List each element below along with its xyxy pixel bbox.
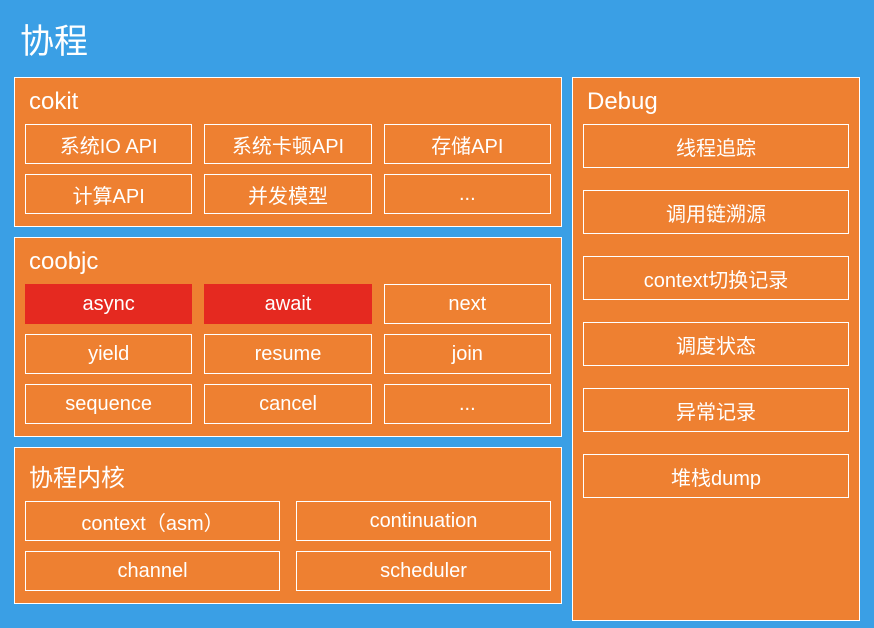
left-column: cokit 系统IO API 系统卡顿API 存储API 计算API 并发模型 … — [14, 77, 562, 621]
cokit-cell: 系统IO API — [25, 124, 192, 164]
cokit-cell: 并发模型 — [204, 174, 371, 214]
debug-cell: 异常记录 — [583, 388, 849, 432]
coobjc-cell-async: async — [25, 284, 192, 324]
coobjc-cell: next — [384, 284, 551, 324]
cokit-grid: 系统IO API 系统卡顿API 存储API 计算API 并发模型 ... — [25, 124, 551, 214]
panel-kernel: 协程内核 context（asm） continuation channel s… — [14, 447, 562, 604]
coobjc-cell: yield — [25, 334, 192, 374]
coobjc-cell: resume — [204, 334, 371, 374]
panel-debug-title: Debug — [587, 88, 849, 116]
coobjc-cell: sequence — [25, 384, 192, 424]
debug-grid: 线程追踪 调用链溯源 context切换记录 调度状态 异常记录 堆栈dump — [583, 124, 849, 498]
diagram-layout: cokit 系统IO API 系统卡顿API 存储API 计算API 并发模型 … — [14, 77, 860, 621]
cokit-cell: 系统卡顿API — [204, 124, 371, 164]
coobjc-cell: join — [384, 334, 551, 374]
kernel-cell: context（asm） — [25, 501, 280, 541]
debug-cell: 堆栈dump — [583, 454, 849, 498]
panel-coobjc-title: coobjc — [29, 248, 551, 276]
debug-cell: context切换记录 — [583, 256, 849, 300]
cokit-cell: 存储API — [384, 124, 551, 164]
panel-cokit: cokit 系统IO API 系统卡顿API 存储API 计算API 并发模型 … — [14, 77, 562, 227]
cokit-cell: ... — [384, 174, 551, 214]
cokit-cell: 计算API — [25, 174, 192, 214]
right-column: Debug 线程追踪 调用链溯源 context切换记录 调度状态 异常记录 堆… — [572, 77, 860, 621]
coobjc-cell-await: await — [204, 284, 371, 324]
debug-cell: 调用链溯源 — [583, 190, 849, 234]
page-title: 协程 — [20, 14, 860, 63]
debug-cell: 线程追踪 — [583, 124, 849, 168]
panel-cokit-title: cokit — [29, 88, 551, 116]
coobjc-grid: async await next yield resume join seque… — [25, 284, 551, 424]
kernel-cell: channel — [25, 551, 280, 591]
panel-debug: Debug 线程追踪 调用链溯源 context切换记录 调度状态 异常记录 堆… — [572, 77, 860, 621]
panel-coobjc: coobjc async await next yield resume joi… — [14, 237, 562, 437]
debug-cell: 调度状态 — [583, 322, 849, 366]
panel-kernel-title: 协程内核 — [29, 458, 551, 493]
kernel-cell: continuation — [296, 501, 551, 541]
kernel-grid: context（asm） continuation channel schedu… — [25, 501, 551, 591]
coobjc-cell: cancel — [204, 384, 371, 424]
kernel-cell: scheduler — [296, 551, 551, 591]
coobjc-cell: ... — [384, 384, 551, 424]
